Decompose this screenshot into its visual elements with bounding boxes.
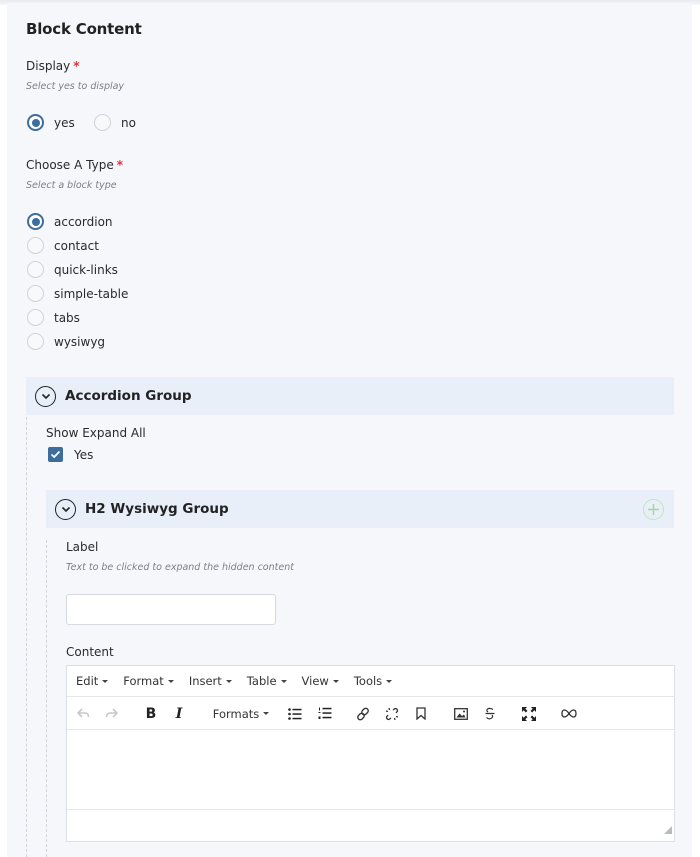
display-option-yes[interactable]: yes <box>27 114 75 131</box>
required-mark: * <box>73 59 80 73</box>
radio-yes[interactable] <box>27 114 44 131</box>
unlink-icon[interactable] <box>384 705 400 722</box>
radio-label: yes <box>54 115 75 130</box>
nesting-guide-inner <box>46 540 47 857</box>
caret-down-icon <box>280 679 287 683</box>
type-option-wysiwyg[interactable]: wysiwyg <box>27 333 105 350</box>
redo-icon[interactable] <box>103 705 119 722</box>
radio-label: accordion <box>54 214 113 229</box>
radio-tabs[interactable] <box>27 309 44 326</box>
italic-icon[interactable]: I <box>171 705 187 722</box>
menu-table[interactable]: Table <box>247 674 287 688</box>
radio-contact[interactable] <box>27 237 44 254</box>
link-icon[interactable] <box>355 705 371 722</box>
editor-content-area[interactable] <box>67 730 674 810</box>
radio-label: quick-links <box>54 262 118 277</box>
content-field-label: Content <box>66 645 114 659</box>
editor-toolbar: B I Formats <box>67 697 674 730</box>
undo-icon[interactable] <box>75 705 91 722</box>
add-item-button[interactable] <box>643 499 664 520</box>
type-label: Choose A Type * <box>26 158 123 172</box>
checkbox-checked[interactable] <box>48 447 63 462</box>
type-hint: Select a block type <box>26 180 117 191</box>
radio-label: simple-table <box>54 286 129 301</box>
rich-text-editor: Edit Format Insert Table View Tools B I … <box>66 665 675 842</box>
radio-wysiwyg[interactable] <box>27 333 44 350</box>
label-field-hint: Text to be clicked to expand the hidden … <box>66 562 294 573</box>
caret-down-icon <box>167 679 174 683</box>
type-label-text: Choose A Type <box>26 158 114 172</box>
bold-icon[interactable]: B <box>143 705 159 722</box>
required-mark: * <box>116 158 123 172</box>
section-title: Block Content <box>26 20 142 38</box>
display-label-text: Display <box>26 59 71 73</box>
formats-dropdown[interactable]: Formats <box>211 705 271 722</box>
radio-no[interactable] <box>94 114 111 131</box>
strikethrough-icon[interactable] <box>482 705 498 722</box>
show-expand-all-checkbox-row[interactable]: Yes <box>48 447 93 462</box>
caret-down-icon <box>332 679 339 683</box>
formats-label: Formats <box>212 706 260 721</box>
bookmark-icon[interactable] <box>413 705 429 722</box>
resize-handle-icon[interactable] <box>664 819 672 838</box>
accordion-group-header[interactable]: Accordion Group <box>26 377 674 415</box>
type-option-quick-links[interactable]: quick-links <box>27 261 118 278</box>
chevron-down-icon[interactable] <box>55 498 76 520</box>
caret-down-icon <box>386 679 393 683</box>
radio-label: wysiwyg <box>54 334 106 349</box>
fullscreen-icon[interactable] <box>521 705 537 722</box>
checkbox-label: Yes <box>74 447 94 462</box>
display-option-no[interactable]: no <box>94 114 136 131</box>
editor-menubar: Edit Format Insert Table View Tools <box>67 666 674 697</box>
accordion-group-title: Accordion Group <box>65 388 192 404</box>
plus-icon <box>648 504 659 515</box>
menu-edit[interactable]: Edit <box>76 674 109 688</box>
type-option-contact[interactable]: contact <box>27 237 99 254</box>
radio-quick-links[interactable] <box>27 261 44 278</box>
caret-down-icon <box>225 679 232 683</box>
radio-label: contact <box>54 238 99 253</box>
menu-tools[interactable]: Tools <box>353 674 393 688</box>
menu-label: Tools <box>353 674 383 688</box>
numbered-list-icon[interactable] <box>317 705 333 722</box>
radio-simple-table[interactable] <box>27 285 44 302</box>
display-label: Display * <box>26 59 80 73</box>
label-input[interactable] <box>66 594 276 625</box>
infinity-icon[interactable] <box>561 705 577 722</box>
menu-label: Format <box>123 674 164 688</box>
menu-format[interactable]: Format <box>123 674 174 688</box>
type-option-accordion[interactable]: accordion <box>27 213 113 230</box>
label-field-label: Label <box>66 540 99 554</box>
menu-view[interactable]: View <box>302 674 339 688</box>
menu-insert[interactable]: Insert <box>189 674 232 688</box>
nesting-guide <box>26 417 27 857</box>
editor-statusbar <box>67 810 674 840</box>
h2-wysiwyg-group-header[interactable]: H2 Wysiwyg Group <box>46 490 674 528</box>
menu-label: Insert <box>188 674 222 688</box>
menu-label: View <box>301 674 329 688</box>
show-expand-all-label: Show Expand All <box>46 426 146 440</box>
display-hint: Select yes to display <box>26 81 125 92</box>
caret-down-icon <box>102 679 109 683</box>
menu-label: Table <box>246 674 277 688</box>
type-option-tabs[interactable]: tabs <box>27 309 80 326</box>
radio-label: tabs <box>54 310 80 325</box>
h2-wysiwyg-group-title: H2 Wysiwyg Group <box>85 501 229 517</box>
radio-accordion[interactable] <box>27 213 44 230</box>
type-option-simple-table[interactable]: simple-table <box>27 285 128 302</box>
caret-down-icon <box>263 712 270 715</box>
radio-label: no <box>121 115 136 130</box>
bullet-list-icon[interactable] <box>287 705 303 722</box>
image-icon[interactable] <box>453 705 469 722</box>
menu-label: Edit <box>76 674 99 688</box>
chevron-down-icon[interactable] <box>35 385 56 407</box>
